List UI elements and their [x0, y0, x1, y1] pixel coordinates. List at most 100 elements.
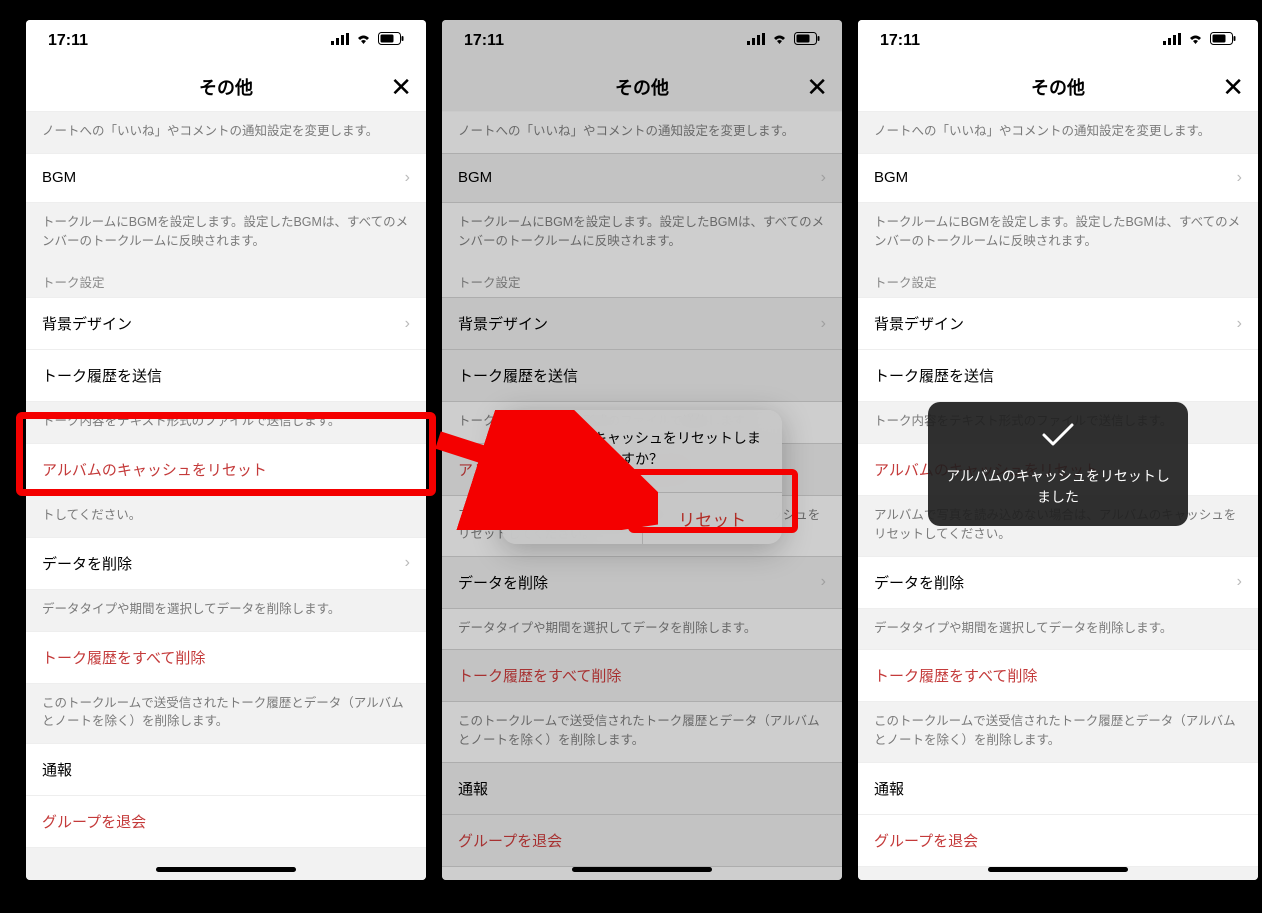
chevron-right-icon: › [821, 315, 826, 333]
bgm-desc: トークルームにBGMを設定します。設定したBGMは、すべてのメンバーのトークルー… [26, 203, 426, 263]
notes-desc: ノートへの「いいね」やコメントの通知設定を変更します。 [858, 112, 1258, 153]
row-label: データを削除 [458, 572, 548, 593]
row-delete-data[interactable]: データを削除 › [26, 537, 426, 590]
delete-all-history-desc: このトークルームで送受信されたトーク履歴とデータ（アルバムとノートを除く）を削除… [442, 702, 842, 762]
row-label: 背景デザイン [458, 313, 548, 334]
row-send-history[interactable]: トーク履歴を送信 [26, 350, 426, 402]
reset-cache-desc: トしてください。 [26, 496, 426, 537]
close-icon[interactable]: ✕ [1222, 72, 1244, 103]
battery-icon [1210, 32, 1236, 50]
battery-icon [794, 32, 820, 50]
page-title: その他 [1031, 74, 1085, 100]
home-indicator[interactable] [572, 867, 712, 872]
alert-confirm-button[interactable]: リセット [643, 493, 783, 544]
status-indicators [1163, 32, 1236, 50]
home-indicator[interactable] [156, 867, 296, 872]
confirm-alert: アルバムのキャッシュをリセットしますか？ キャンセル リセット [502, 410, 782, 544]
delete-data-desc: データタイプや期間を選択してデータを削除します。 [858, 609, 1258, 650]
section-talk: トーク設定 [442, 262, 842, 297]
cellular-icon [1163, 32, 1181, 50]
row-bgm[interactable]: BGM› [858, 153, 1258, 203]
row-bg-design[interactable]: 背景デザイン › [26, 297, 426, 350]
row-label: トーク履歴を送信 [42, 365, 162, 386]
row-leave-group[interactable]: グループを退会 [858, 815, 1258, 867]
chevron-right-icon: › [405, 554, 410, 572]
wifi-icon [771, 32, 788, 50]
row-label: トーク履歴をすべて削除 [458, 665, 621, 686]
row-bg-design[interactable]: 背景デザイン › [442, 297, 842, 350]
row-label: トーク履歴をすべて削除 [42, 647, 205, 668]
cellular-icon [331, 32, 349, 50]
row-bgm[interactable]: BGM › [26, 153, 426, 203]
row-leave-group[interactable]: グループを退会 [442, 815, 842, 867]
chevron-right-icon: › [1237, 315, 1242, 333]
row-send-history[interactable]: トーク履歴を送信 [858, 350, 1258, 402]
bgm-desc: トークルームにBGMを設定します。設定したBGMは、すべてのメンバーのトークルー… [858, 203, 1258, 263]
close-icon[interactable]: ✕ [390, 72, 412, 103]
row-reset-cache[interactable]: アルバムのキャッシュをリセット [26, 443, 426, 496]
row-delete-data[interactable]: データを削除 › [442, 556, 842, 609]
send-history-desc: トーク内容をテキスト形式のファイルで送信します。 [26, 402, 426, 443]
row-label: BGM [458, 169, 492, 186]
header: その他 ✕ [26, 62, 426, 112]
row-delete-data[interactable]: データを削除› [858, 556, 1258, 609]
status-bar: 17:11 [442, 20, 842, 62]
phone-screen-1: 17:11 その他 ✕ ノートへの「いいね」やコメントの通知設定を変更します。 … [26, 20, 426, 880]
close-icon[interactable]: ✕ [806, 72, 828, 103]
chevron-right-icon: › [1237, 169, 1242, 187]
row-label: 通報 [42, 759, 72, 780]
row-send-history[interactable]: トーク履歴を送信 [442, 350, 842, 402]
row-delete-all-history[interactable]: トーク履歴をすべて削除 [26, 631, 426, 684]
phone-screen-2: 17:11 その他 ✕ ノートへの「いいね」やコメントの通知設定を変更します。 … [442, 20, 842, 880]
row-label: 通報 [458, 778, 488, 799]
row-report[interactable]: 通報 [442, 762, 842, 815]
wifi-icon [1187, 32, 1204, 50]
alert-message: アルバムのキャッシュをリセットしますか？ [502, 410, 782, 492]
row-label: グループを退会 [874, 830, 978, 851]
chevron-right-icon: › [821, 573, 826, 591]
chevron-right-icon: › [821, 169, 826, 187]
chevron-right-icon: › [405, 169, 410, 187]
header: その他 ✕ [858, 62, 1258, 112]
settings-content: ノートへの「いいね」やコメントの通知設定を変更します。 BGM › トークルーム… [26, 112, 426, 880]
toast: アルバムのキャッシュをリセットしました [928, 402, 1188, 526]
section-talk: トーク設定 [26, 262, 426, 297]
cellular-icon [747, 32, 765, 50]
section-talk: トーク設定 [858, 262, 1258, 297]
status-bar: 17:11 [26, 20, 426, 62]
status-time: 17:11 [48, 32, 88, 50]
row-label: トーク履歴を送信 [874, 365, 994, 386]
row-label: トーク履歴をすべて削除 [874, 665, 1037, 686]
row-label: トーク履歴を送信 [458, 365, 578, 386]
row-label: アルバムのキャッシュをリセット [42, 459, 267, 480]
row-report[interactable]: 通報 [858, 762, 1258, 815]
row-label: 背景デザイン [874, 313, 964, 334]
row-leave-group[interactable]: グループを退会 [26, 796, 426, 848]
delete-data-desc: データタイプや期間を選択してデータを削除します。 [442, 609, 842, 650]
page-title: その他 [199, 74, 253, 100]
status-indicators [747, 32, 820, 50]
alert-buttons: キャンセル リセット [502, 492, 782, 544]
row-label: データを削除 [874, 572, 964, 593]
battery-icon [378, 32, 404, 50]
notes-desc: ノートへの「いいね」やコメントの通知設定を変更します。 [26, 112, 426, 153]
row-delete-all-history[interactable]: トーク履歴をすべて削除 [858, 649, 1258, 702]
row-report[interactable]: 通報 [26, 743, 426, 796]
row-bg-design[interactable]: 背景デザイン › [858, 297, 1258, 350]
row-label: データを削除 [42, 553, 132, 574]
row-label: BGM [42, 169, 76, 186]
row-delete-all-history[interactable]: トーク履歴をすべて削除 [442, 649, 842, 702]
delete-all-history-desc: このトークルームで送受信されたトーク履歴とデータ（アルバムとノートを除く）を削除… [26, 684, 426, 744]
row-label: グループを退会 [458, 830, 562, 851]
status-time: 17:11 [880, 32, 920, 50]
page-title: その他 [615, 74, 669, 100]
status-bar: 17:11 [858, 20, 1258, 62]
row-bgm[interactable]: BGM › [442, 153, 842, 203]
checkmark-icon [944, 422, 1172, 456]
wifi-icon [355, 32, 372, 50]
row-label: 通報 [874, 778, 904, 799]
chevron-right-icon: › [405, 315, 410, 333]
home-indicator[interactable] [988, 867, 1128, 872]
alert-cancel-button[interactable]: キャンセル [502, 493, 643, 544]
phone-screen-3: 17:11 その他 ✕ ノートへの「いいね」やコメントの通知設定を変更します。 … [858, 20, 1258, 880]
